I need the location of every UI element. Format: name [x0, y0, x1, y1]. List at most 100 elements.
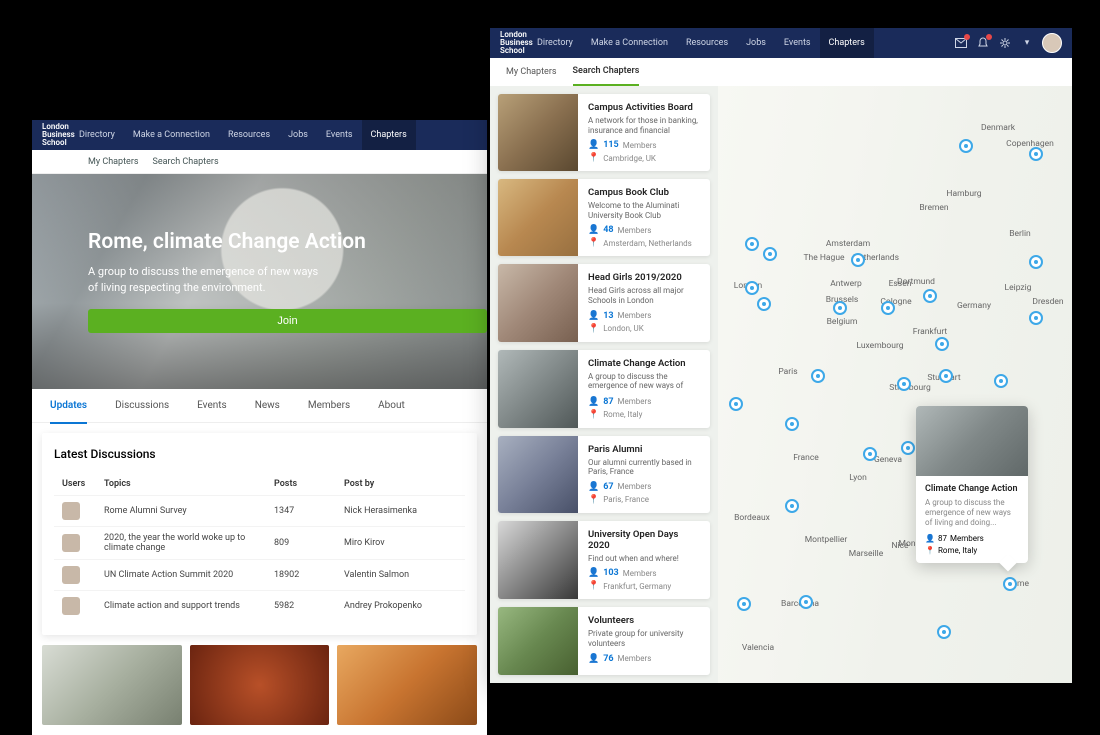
brand-logo[interactable]: London Business School [42, 123, 70, 147]
nav-directory[interactable]: Directory [70, 130, 124, 140]
gear-icon[interactable] [998, 36, 1012, 50]
user-avatar [62, 502, 80, 520]
chapter-name: Climate Change Action [588, 358, 700, 369]
nav-resources[interactable]: Resources [219, 130, 279, 140]
tab-events[interactable]: Events [197, 400, 227, 411]
tab-members[interactable]: Members [308, 400, 350, 411]
members-icon: 👤 [588, 482, 599, 492]
sub-nav: My Chapters Search Chapters [490, 58, 1072, 86]
chapter-list: Campus Activities Board A network for th… [490, 86, 718, 683]
top-nav: London Business School Directory Make a … [490, 28, 1072, 58]
map-marker[interactable] [1003, 577, 1017, 591]
gallery-thumb[interactable] [337, 645, 477, 725]
table-row[interactable]: Climate action and support trends 5982 A… [54, 590, 465, 621]
nav-chapters[interactable]: Chapters [362, 120, 416, 150]
subnav-search-chapters[interactable]: Search Chapters [573, 66, 640, 86]
chapter-card[interactable]: Volunteers Private group for university … [498, 607, 710, 675]
map-marker[interactable] [881, 301, 895, 315]
map-marker[interactable] [937, 625, 951, 639]
join-button[interactable]: Join [88, 309, 487, 333]
map-marker[interactable] [1029, 255, 1043, 269]
chevron-down-icon[interactable]: ▾ [1020, 36, 1034, 50]
chapter-members: 87 [603, 397, 613, 407]
map-marker[interactable] [737, 597, 751, 611]
subnav-my-chapters[interactable]: My Chapters [88, 157, 139, 167]
map-marker[interactable] [811, 369, 825, 383]
row-topic: Climate action and support trends [104, 601, 274, 611]
nav-jobs[interactable]: Jobs [279, 130, 317, 140]
nav-events[interactable]: Events [775, 38, 820, 48]
map-marker[interactable] [833, 301, 847, 315]
tab-updates[interactable]: Updates [50, 400, 87, 424]
nav-resources[interactable]: Resources [677, 38, 737, 48]
th-topics: Topics [104, 479, 274, 489]
chapter-card[interactable]: University Open Days 2020 Find out when … [498, 521, 710, 600]
chapter-card[interactable]: Campus Activities Board A network for th… [498, 94, 710, 171]
subnav-my-chapters[interactable]: My Chapters [506, 67, 557, 85]
map-marker[interactable] [897, 377, 911, 391]
map-marker[interactable] [785, 499, 799, 513]
map-marker[interactable] [785, 417, 799, 431]
tab-discussions[interactable]: Discussions [115, 400, 169, 411]
map-marker[interactable] [1029, 147, 1043, 161]
nav-connection[interactable]: Make a Connection [582, 38, 677, 48]
map[interactable]: DenmarkCopenhagenHamburgBremenAmsterdamN… [718, 86, 1072, 683]
map-marker[interactable] [1029, 311, 1043, 325]
avatar[interactable] [1042, 33, 1062, 53]
nav-chapters[interactable]: Chapters [820, 28, 874, 58]
nav-jobs[interactable]: Jobs [737, 38, 775, 48]
chapter-desc: Head Girls across all major Schools in L… [588, 286, 700, 305]
members-label: Members [618, 397, 652, 406]
map-marker[interactable] [799, 595, 813, 609]
chapter-card[interactable]: Campus Book Club Welcome to the Aluminat… [498, 179, 710, 256]
table-row[interactable]: UN Climate Action Summit 2020 18902 Vale… [54, 559, 465, 590]
location-icon: 📍 [588, 238, 599, 248]
brand-logo[interactable]: London Business School [500, 31, 528, 55]
map-marker[interactable] [959, 139, 973, 153]
bell-icon[interactable] [976, 36, 990, 50]
popup-members: 87 [938, 534, 947, 543]
nav-directory[interactable]: Directory [528, 38, 582, 48]
chapter-card[interactable]: Head Girls 2019/2020 Head Girls across a… [498, 264, 710, 341]
table-row[interactable]: Rome Alumni Survey 1347 Nick Herasimenka [54, 495, 465, 526]
chapters-search-window: London Business School Directory Make a … [490, 28, 1072, 683]
chapter-desc-2: of living respecting the environment. [88, 280, 487, 295]
nav-events[interactable]: Events [317, 130, 362, 140]
user-avatar [62, 597, 80, 615]
map-marker[interactable] [745, 237, 759, 251]
map-marker[interactable] [901, 441, 915, 455]
row-author: Nick Herasimenka [344, 506, 457, 516]
tab-about[interactable]: About [378, 400, 405, 411]
map-marker[interactable] [851, 253, 865, 267]
subnav-search-chapters[interactable]: Search Chapters [153, 157, 219, 167]
chapter-location: Cambridge, UK [603, 154, 656, 163]
chapter-desc: A group to discuss the emergence of new … [588, 372, 700, 392]
chapter-members: 103 [603, 568, 619, 578]
row-posts: 18902 [274, 570, 344, 580]
location-icon: 📍 [588, 410, 599, 420]
mail-icon[interactable] [954, 36, 968, 50]
gallery-thumb[interactable] [190, 645, 330, 725]
map-marker[interactable] [935, 337, 949, 351]
table-row[interactable]: 2020, the year the world woke up to clim… [54, 526, 465, 559]
location-icon: 📍 [588, 324, 599, 334]
map-marker[interactable] [729, 397, 743, 411]
chapter-card[interactable]: Climate Change Action A group to discuss… [498, 350, 710, 428]
row-posts: 1347 [274, 506, 344, 516]
chapter-card[interactable]: Paris Alumni Our alumni currently based … [498, 436, 710, 513]
map-marker[interactable] [939, 369, 953, 383]
nav-connection[interactable]: Make a Connection [124, 130, 219, 140]
chapter-members: 76 [603, 654, 613, 664]
map-marker[interactable] [763, 247, 777, 261]
chapter-location: London, UK [603, 324, 644, 333]
map-marker[interactable] [757, 297, 771, 311]
map-marker[interactable] [745, 281, 759, 295]
location-icon: 📍 [925, 546, 935, 555]
map-marker[interactable] [994, 374, 1008, 388]
tab-news[interactable]: News [255, 400, 280, 411]
popup-image [916, 406, 1028, 476]
gallery-thumb[interactable] [42, 645, 182, 725]
chapter-image [498, 521, 578, 600]
map-marker[interactable] [923, 289, 937, 303]
map-marker[interactable] [863, 447, 877, 461]
